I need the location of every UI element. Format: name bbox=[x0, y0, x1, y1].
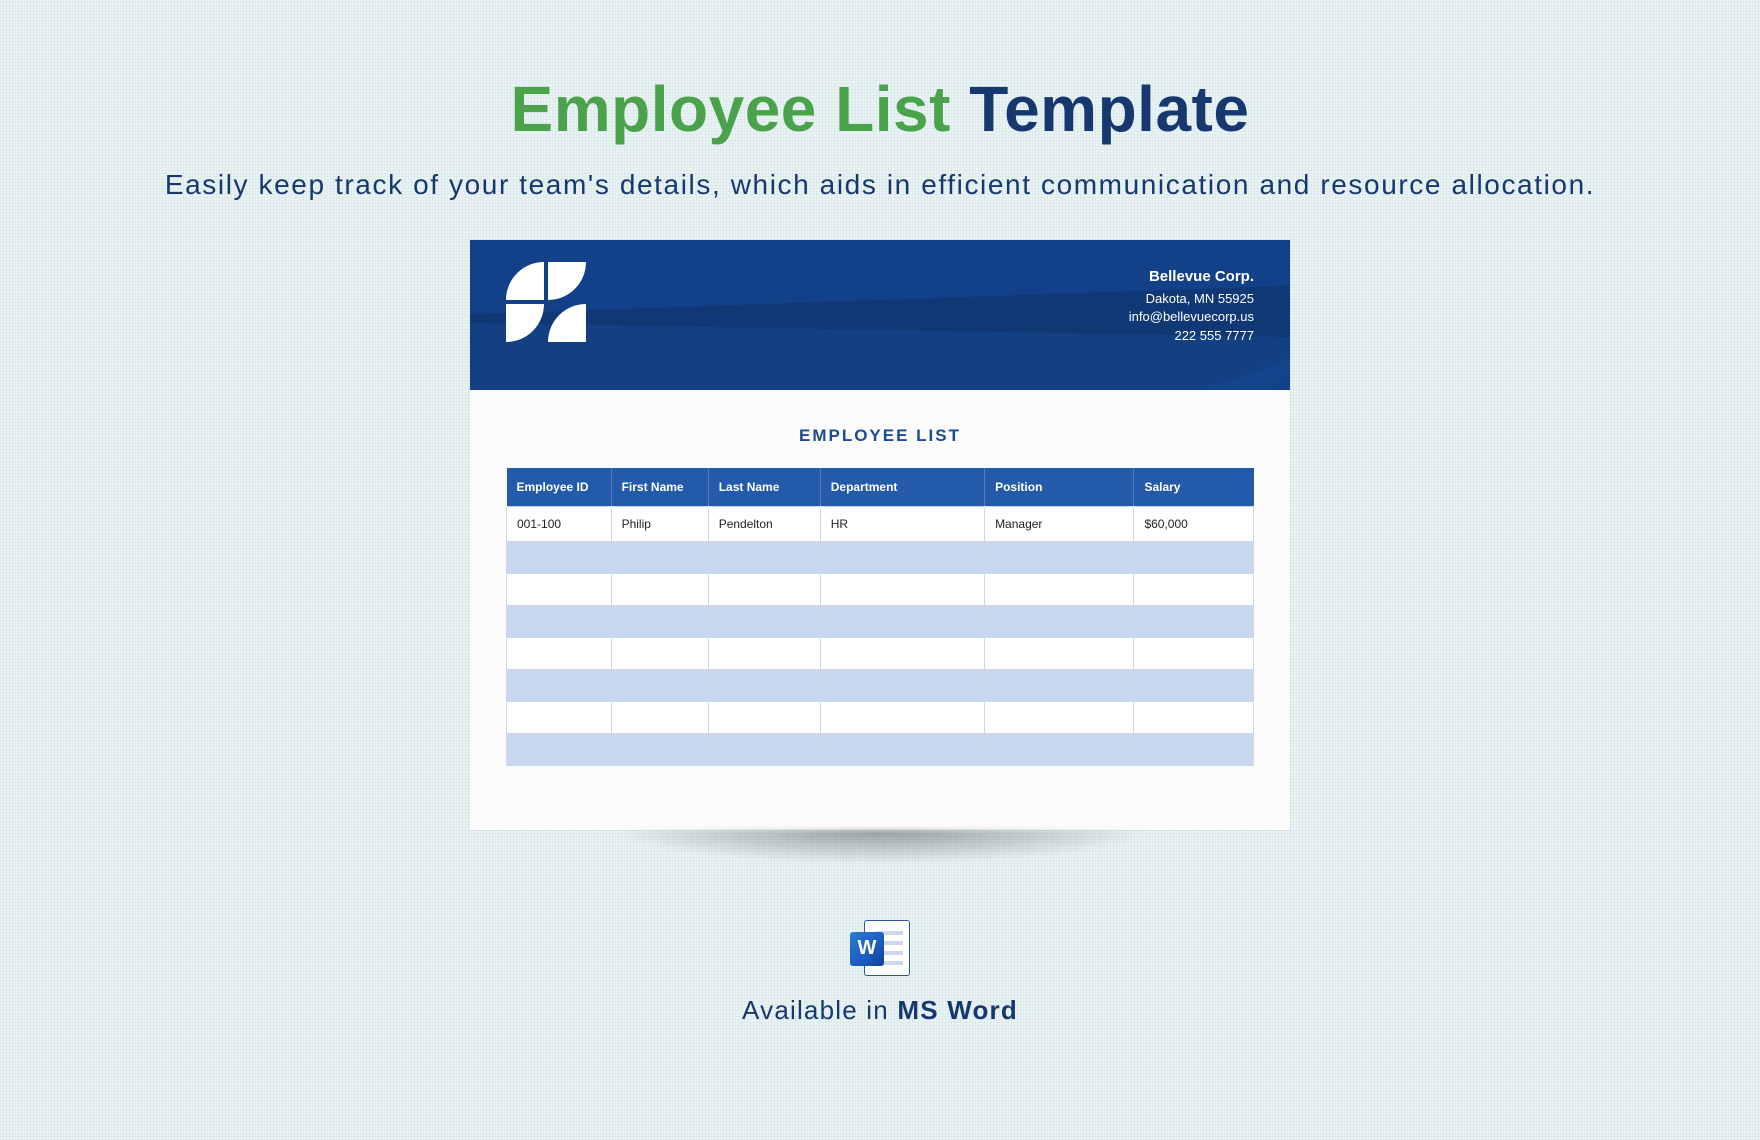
msword-letter: W bbox=[850, 932, 884, 966]
table-cell bbox=[985, 637, 1134, 669]
availability-format: MS Word bbox=[897, 995, 1018, 1025]
table-cell bbox=[985, 701, 1134, 733]
table-cell bbox=[1134, 605, 1254, 637]
table-cell bbox=[611, 637, 708, 669]
table-row bbox=[507, 541, 1254, 573]
table-cell bbox=[708, 669, 820, 701]
employee-table: Employee ID First Name Last Name Departm… bbox=[506, 468, 1254, 766]
table-cell bbox=[1134, 701, 1254, 733]
table-cell bbox=[507, 733, 612, 765]
company-phone: 222 555 7777 bbox=[1129, 327, 1254, 346]
table-cell bbox=[708, 573, 820, 605]
title-part2: Template bbox=[969, 73, 1249, 145]
document-header: Bellevue Corp. Dakota, MN 55925 info@bel… bbox=[470, 240, 1290, 390]
table-cell: HR bbox=[820, 506, 984, 541]
table-cell bbox=[507, 637, 612, 669]
company-address: Dakota, MN 55925 bbox=[1129, 290, 1254, 309]
table-cell bbox=[985, 605, 1134, 637]
table-cell bbox=[708, 637, 820, 669]
col-salary: Salary bbox=[1134, 468, 1254, 507]
table-cell: Manager bbox=[985, 506, 1134, 541]
document-preview-wrap: Bellevue Corp. Dakota, MN 55925 info@bel… bbox=[0, 240, 1760, 830]
page-content: Employee List Template Easily keep track… bbox=[0, 0, 1760, 1140]
table-row bbox=[507, 637, 1254, 669]
table-cell bbox=[820, 605, 984, 637]
table-cell bbox=[820, 573, 984, 605]
table-cell: 001-100 bbox=[507, 506, 612, 541]
table-cell bbox=[820, 541, 984, 573]
table-cell bbox=[611, 541, 708, 573]
table-cell bbox=[1134, 541, 1254, 573]
table-row bbox=[507, 573, 1254, 605]
page-title: Employee List Template bbox=[0, 72, 1760, 146]
table-cell bbox=[611, 573, 708, 605]
table-cell bbox=[820, 669, 984, 701]
col-department: Department bbox=[820, 468, 984, 507]
document-preview: Bellevue Corp. Dakota, MN 55925 info@bel… bbox=[470, 240, 1290, 830]
company-name: Bellevue Corp. bbox=[1129, 266, 1254, 288]
table-cell bbox=[985, 733, 1134, 765]
table-cell bbox=[611, 701, 708, 733]
table-row bbox=[507, 733, 1254, 765]
table-cell bbox=[611, 605, 708, 637]
table-cell bbox=[985, 573, 1134, 605]
msword-icon: W bbox=[850, 920, 910, 976]
col-employee-id: Employee ID bbox=[507, 468, 612, 507]
table-header-row: Employee ID First Name Last Name Departm… bbox=[507, 468, 1254, 507]
table-cell bbox=[507, 701, 612, 733]
table-cell bbox=[611, 669, 708, 701]
table-cell: Philip bbox=[611, 506, 708, 541]
availability-prefix: Available in bbox=[742, 995, 897, 1025]
table-cell bbox=[1134, 733, 1254, 765]
table-cell bbox=[507, 541, 612, 573]
table-cell bbox=[985, 541, 1134, 573]
table-cell bbox=[820, 733, 984, 765]
table-row bbox=[507, 701, 1254, 733]
table-cell bbox=[507, 573, 612, 605]
table-cell bbox=[1134, 669, 1254, 701]
company-logo-icon bbox=[506, 262, 586, 342]
table-cell bbox=[1134, 637, 1254, 669]
table-cell bbox=[708, 733, 820, 765]
list-title: EMPLOYEE LIST bbox=[506, 426, 1254, 446]
col-first-name: First Name bbox=[611, 468, 708, 507]
table-cell bbox=[507, 605, 612, 637]
footer: W Available in MS Word bbox=[0, 920, 1760, 1026]
table-cell bbox=[507, 669, 612, 701]
table-cell bbox=[820, 637, 984, 669]
table-cell bbox=[820, 701, 984, 733]
col-position: Position bbox=[985, 468, 1134, 507]
table-cell bbox=[708, 701, 820, 733]
company-email: info@bellevuecorp.us bbox=[1129, 308, 1254, 327]
table-cell bbox=[611, 733, 708, 765]
title-block: Employee List Template Easily keep track… bbox=[0, 0, 1760, 204]
document-body: EMPLOYEE LIST Employee ID First Name Las… bbox=[470, 390, 1290, 802]
col-last-name: Last Name bbox=[708, 468, 820, 507]
table-cell bbox=[1134, 573, 1254, 605]
table-cell bbox=[708, 541, 820, 573]
preview-shadow bbox=[490, 830, 1270, 900]
table-cell bbox=[708, 605, 820, 637]
table-row: 001-100PhilipPendeltonHRManager$60,000 bbox=[507, 506, 1254, 541]
table-cell: Pendelton bbox=[708, 506, 820, 541]
table-row bbox=[507, 669, 1254, 701]
table-cell bbox=[985, 669, 1134, 701]
availability-text: Available in MS Word bbox=[0, 995, 1760, 1026]
table-row bbox=[507, 605, 1254, 637]
page-subtitle: Easily keep track of your team's details… bbox=[0, 166, 1760, 204]
title-part1: Employee List bbox=[511, 73, 951, 145]
table-cell: $60,000 bbox=[1134, 506, 1254, 541]
company-info: Bellevue Corp. Dakota, MN 55925 info@bel… bbox=[1129, 266, 1254, 346]
